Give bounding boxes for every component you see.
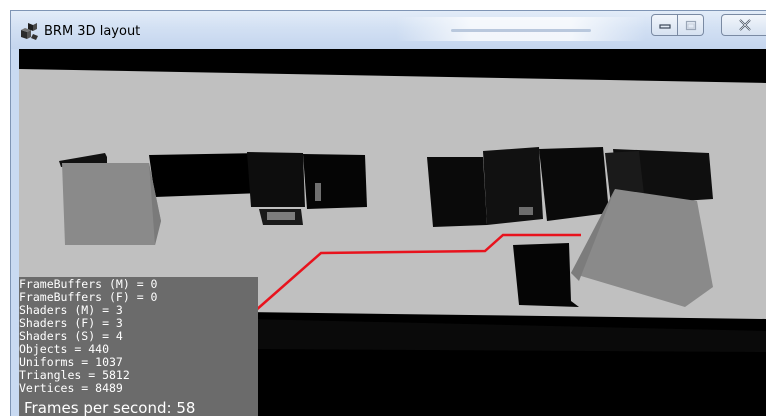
scene-object	[247, 152, 305, 207]
close-button[interactable]	[721, 14, 766, 36]
scene-object	[303, 154, 367, 209]
window-controls	[651, 14, 704, 38]
scene-object	[427, 157, 487, 227]
scene-object-highlight	[519, 207, 533, 215]
scene-object-highlight	[315, 183, 321, 201]
stat-vertices: Vertices = 8489	[19, 381, 123, 395]
brm-app-icon	[21, 23, 38, 40]
minimize-button[interactable]	[651, 14, 678, 36]
app-window: BRM 3D layout FrameBuffers (M) = 0 Frame…	[10, 10, 766, 416]
title-bar[interactable]: BRM 3D layout	[11, 11, 766, 49]
maximize-icon	[685, 20, 696, 30]
front-edge	[249, 319, 766, 352]
minimize-icon	[658, 24, 671, 29]
scene-object	[513, 243, 579, 307]
close-icon	[738, 19, 751, 31]
blurred-background-text	[451, 29, 591, 32]
scene-object-highlight	[267, 212, 295, 220]
scene-object	[539, 147, 609, 221]
3d-viewport[interactable]: FrameBuffers (M) = 0 FrameBuffers (F) = …	[19, 49, 766, 416]
scene-object	[483, 147, 543, 225]
scene-object	[149, 153, 261, 197]
window-title: BRM 3D layout	[44, 24, 141, 39]
fps-counter: Frames per second: 58	[24, 399, 196, 416]
stats-overlay: FrameBuffers (M) = 0 FrameBuffers (F) = …	[19, 277, 258, 416]
selected-object	[62, 163, 161, 245]
maximize-button[interactable]	[678, 14, 704, 36]
